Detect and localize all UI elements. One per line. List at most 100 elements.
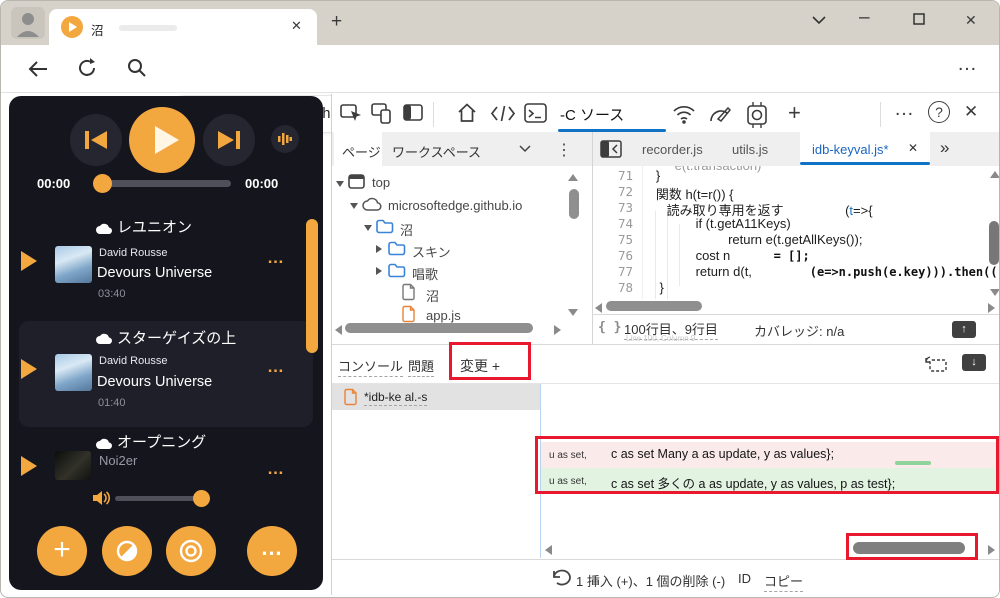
undo-icon[interactable] xyxy=(550,569,571,587)
tab-console[interactable]: コンソール xyxy=(338,356,404,377)
volume-thumb[interactable] xyxy=(193,490,210,507)
song-menu-icon[interactable]: … xyxy=(267,459,285,479)
tree-label: スキン xyxy=(412,245,451,260)
song-title[interactable]: レユニオン xyxy=(117,216,192,237)
changed-file-name[interactable]: *idb-ke al.-s xyxy=(364,390,428,406)
devtools-close-icon[interactable]: ✕ xyxy=(964,102,978,122)
file-tab-overflow-icon[interactable]: » xyxy=(940,138,949,158)
song-play-icon[interactable] xyxy=(21,456,37,476)
cloud-icon xyxy=(96,223,113,235)
navigator-menu-icon[interactable]: ⋮ xyxy=(556,140,572,160)
performance-icon[interactable] xyxy=(708,103,734,127)
inspect-element-icon[interactable] xyxy=(340,102,364,126)
song-album: Devours Universe xyxy=(97,374,213,390)
tab-sources[interactable]: -C ソース xyxy=(560,104,624,125)
back-icon[interactable] xyxy=(27,58,49,80)
song-play-icon[interactable] xyxy=(21,251,37,271)
tree-horizontal-scrollbar[interactable] xyxy=(345,323,533,333)
expand-arrow-icon[interactable] xyxy=(336,181,344,187)
new-tab-button[interactable]: + xyxy=(331,11,342,33)
next-track-button[interactable] xyxy=(203,114,255,166)
song-card-active[interactable]: スターゲイズの上 David Rousse Devours Universe 0… xyxy=(19,321,313,427)
annotation-box-changes-tab xyxy=(449,342,531,380)
maximize-icon[interactable] xyxy=(913,13,925,25)
minimize-button[interactable]: – xyxy=(859,7,870,29)
tree-scroll-up-icon[interactable] xyxy=(568,174,578,181)
browser-settings-icon[interactable]: … xyxy=(957,53,978,76)
theme-toggle-button[interactable] xyxy=(102,526,152,576)
editor-scroll-left-icon[interactable] xyxy=(595,303,602,313)
navigator-chevron-icon[interactable] xyxy=(518,144,532,153)
previous-track-button[interactable] xyxy=(70,114,122,166)
add-tools-icon[interactable]: + xyxy=(788,100,801,126)
file-tab-utils[interactable]: utils.js xyxy=(732,142,768,157)
diff-scroll-left-icon[interactable] xyxy=(545,545,552,555)
expand-arrow-icon[interactable] xyxy=(364,225,372,231)
collapsed-arrow-icon[interactable] xyxy=(376,267,382,275)
diff-scroll-right-icon[interactable] xyxy=(988,545,995,555)
tree-vertical-scrollbar[interactable] xyxy=(569,189,579,219)
console-icon[interactable] xyxy=(524,102,548,126)
profile-avatar[interactable] xyxy=(11,7,45,39)
add-song-button[interactable]: + xyxy=(37,526,87,576)
cursor-position-ghost: Line 100, Column 9 xyxy=(626,334,696,343)
tab-workspace-label[interactable]: ワークスペース xyxy=(392,142,481,161)
tab-issues[interactable]: 問題 xyxy=(408,356,435,377)
song-title[interactable]: オープニング xyxy=(117,431,206,452)
home-icon[interactable] xyxy=(456,102,480,126)
file-tab-recorder[interactable]: recorder.js xyxy=(642,142,703,157)
editor-scroll-up-icon[interactable] xyxy=(990,171,999,178)
record-button[interactable] xyxy=(166,526,216,576)
tab-page-label[interactable]: ページ xyxy=(342,142,381,161)
progress-thumb[interactable] xyxy=(93,174,112,193)
collapsed-arrow-icon[interactable] xyxy=(376,245,382,253)
song-title[interactable]: スターゲイズの上 xyxy=(117,327,236,348)
dock-panel-down-icon[interactable]: ↓ xyxy=(962,354,986,371)
hide-navigator-icon[interactable] xyxy=(600,140,622,158)
changed-file-row[interactable]: *idb-ke al.-s xyxy=(332,384,540,410)
tree-scroll-right-icon[interactable] xyxy=(554,325,561,335)
code-line: return e(t.getAllKeys()); xyxy=(645,232,863,247)
activity-bar-icon[interactable] xyxy=(402,102,426,126)
editor-scroll-down-icon[interactable] xyxy=(990,289,999,296)
song-artist: David Rousse xyxy=(99,247,168,259)
player-scrollbar[interactable] xyxy=(306,219,318,353)
expand-panel-up-icon[interactable]: ↑ xyxy=(952,321,976,338)
copy-button[interactable]: コピー xyxy=(764,571,804,592)
search-icon[interactable] xyxy=(127,58,147,78)
tree-scroll-left-icon[interactable] xyxy=(335,325,342,335)
tab-close-icon[interactable]: ✕ xyxy=(291,18,302,34)
tree-scroll-down-icon[interactable] xyxy=(568,309,578,316)
help-icon[interactable]: ? xyxy=(928,101,950,123)
more-actions-button[interactable]: … xyxy=(247,526,297,576)
song-menu-icon[interactable]: … xyxy=(267,357,285,377)
line-number: 75 xyxy=(617,232,633,247)
expand-arrow-icon[interactable] xyxy=(350,203,358,209)
code-editor[interactable]: e(t.transaction) 71 } 72 関数 h(t=r()) { 7… xyxy=(593,166,999,299)
revert-changes-icon[interactable] xyxy=(924,354,948,374)
visualizer-button[interactable] xyxy=(271,125,299,153)
network-conditions-icon[interactable] xyxy=(672,103,696,127)
tab-actions-chevron-icon[interactable] xyxy=(811,15,827,25)
editor-scroll-right-icon[interactable] xyxy=(988,303,995,313)
browser-tab[interactable]: 沼 ✕ xyxy=(49,9,317,45)
progress-bar[interactable] xyxy=(93,180,231,187)
cpu-application-icon[interactable] xyxy=(744,102,770,128)
file-tab-idb-keyval[interactable]: idb-keyval.js* xyxy=(812,142,889,157)
editor-horizontal-scrollbar[interactable] xyxy=(606,301,702,311)
song-play-icon[interactable] xyxy=(21,359,37,379)
song-menu-icon[interactable]: … xyxy=(267,248,285,268)
editor-vertical-scrollbar[interactable] xyxy=(989,221,999,265)
brackets-icon[interactable]: { } xyxy=(598,320,621,335)
line-number: 72 xyxy=(617,184,633,199)
elements-code-icon[interactable] xyxy=(490,104,516,124)
play-button[interactable] xyxy=(129,107,195,173)
devtools-more-icon[interactable]: … xyxy=(894,98,915,121)
play-icon xyxy=(155,126,179,154)
device-emulation-icon[interactable] xyxy=(370,102,394,126)
refresh-icon[interactable] xyxy=(77,58,97,78)
volume-icon[interactable] xyxy=(93,490,111,506)
window-close-icon[interactable]: ✕ xyxy=(965,12,977,29)
skip-previous-icon xyxy=(85,131,107,149)
file-tab-close-icon[interactable]: ✕ xyxy=(908,141,918,155)
